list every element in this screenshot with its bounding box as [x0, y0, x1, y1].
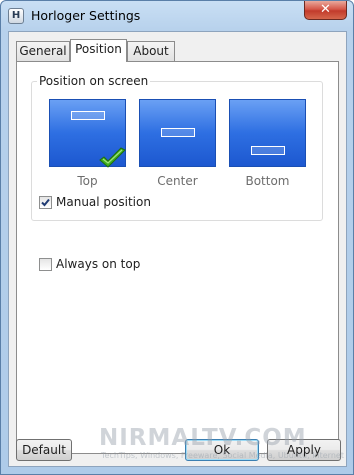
position-bottom-label: Bottom	[245, 174, 290, 188]
settings-window: H Horloger Settings ✕ General Position A…	[0, 0, 354, 475]
window-bar-center-indicator	[161, 128, 195, 137]
window-bar-top-indicator	[71, 111, 105, 120]
position-top-label: Top	[77, 174, 98, 188]
tab-position[interactable]: Position	[70, 39, 127, 62]
position-tab-panel: Position on screen Top Center Bottom Man…	[16, 61, 339, 454]
position-top-button[interactable]	[49, 99, 126, 168]
watermark-logo: NIRMALTV.COM	[99, 425, 307, 451]
always-on-top-label: Always on top	[56, 257, 141, 271]
app-icon[interactable]: H	[8, 8, 24, 24]
group-label: Position on screen	[37, 74, 151, 88]
position-bottom-button[interactable]	[229, 99, 306, 167]
position-center-label: Center	[157, 174, 198, 188]
tab-about[interactable]: About	[127, 41, 175, 61]
manual-position-label: Manual position	[56, 195, 151, 209]
always-on-top-checkbox[interactable]	[39, 258, 52, 271]
window-title: Horloger Settings	[31, 8, 141, 23]
watermark-tagline: TechTips, Windows, Freeware, Social Medi…	[101, 451, 344, 460]
checkbox-check-icon	[41, 198, 50, 207]
close-icon: ✕	[320, 2, 331, 17]
position-center-button[interactable]	[139, 99, 216, 167]
title-bar[interactable]: H Horloger Settings ✕	[1, 1, 353, 31]
window-bar-bottom-indicator	[251, 146, 285, 155]
dialog-client-area: General Position About Position on scree…	[8, 31, 347, 467]
position-on-screen-group: Position on screen Top Center Bottom Man…	[31, 74, 323, 221]
default-button[interactable]: Default	[16, 439, 72, 461]
checkmark-icon	[99, 147, 126, 168]
tab-general[interactable]: General	[16, 41, 70, 61]
close-button[interactable]: ✕	[304, 1, 347, 20]
manual-position-checkbox[interactable]	[39, 196, 52, 209]
